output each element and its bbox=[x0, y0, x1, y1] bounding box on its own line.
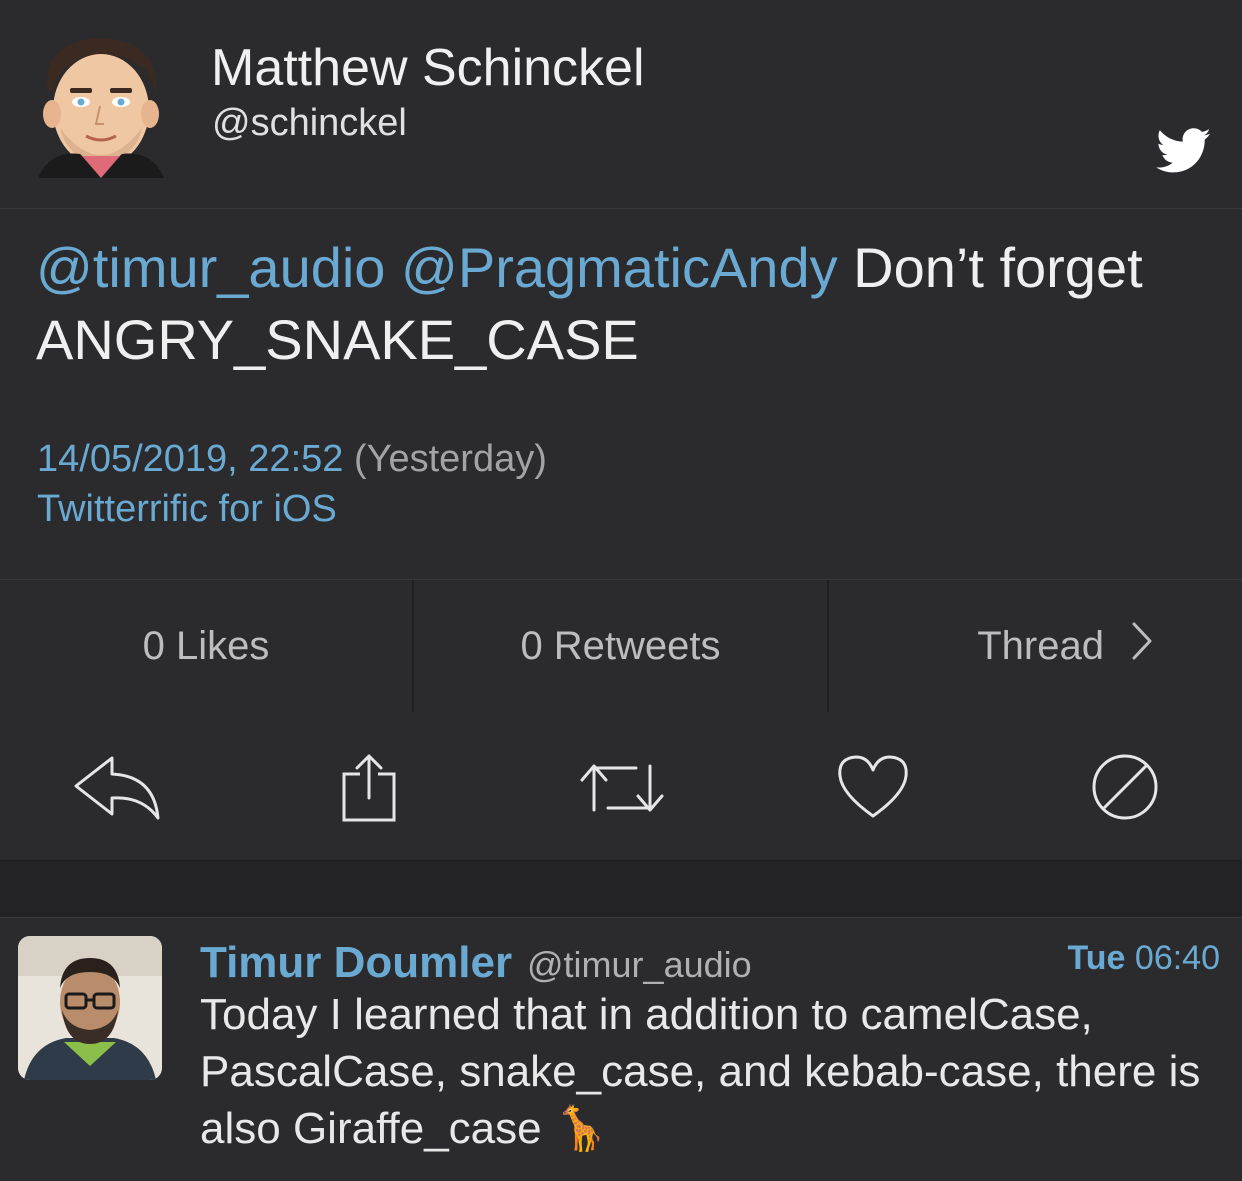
thread-button[interactable]: Thread bbox=[829, 580, 1242, 712]
retweets-count-label: 0 Retweets bbox=[520, 623, 721, 668]
reply-day: Tue bbox=[1067, 939, 1126, 977]
likes-count-label: 0 Likes bbox=[142, 623, 270, 668]
tweet-relative-time: (Yesterday) bbox=[353, 438, 547, 480]
mute-icon[interactable] bbox=[1090, 752, 1160, 827]
reply-timestamp: Tue 06:40 bbox=[1068, 939, 1220, 978]
reply-author-avatar[interactable] bbox=[18, 936, 162, 1080]
author-handle[interactable]: @schinckel bbox=[212, 102, 407, 145]
tweet-author-header: Matthew Schinckel @schinckel bbox=[0, 0, 1242, 209]
reply-text-content: Today I learned that in addition to came… bbox=[200, 990, 1201, 1153]
like-icon[interactable] bbox=[836, 754, 910, 825]
author-display-name[interactable]: Matthew Schinckel bbox=[211, 38, 645, 98]
likes-count-button[interactable]: 0 Likes bbox=[0, 580, 412, 712]
retweet-icon[interactable] bbox=[578, 760, 666, 821]
share-icon[interactable] bbox=[340, 752, 398, 829]
chevron-right-icon bbox=[1130, 621, 1154, 671]
tweet-action-bar bbox=[0, 712, 1242, 861]
twitter-bird-icon bbox=[1156, 128, 1212, 174]
reply-author-handle: @timur_audio bbox=[527, 944, 752, 985]
tweet-client-link[interactable]: Twitterrific for iOS bbox=[37, 488, 337, 531]
tweet-date[interactable]: 14/05/2019, 22:52 bbox=[37, 438, 343, 480]
giraffe-emoji-icon: 🦒 bbox=[553, 1104, 609, 1153]
reply-icon[interactable] bbox=[72, 754, 164, 825]
thread-label: Thread bbox=[977, 623, 1104, 668]
tweet-timestamp: 14/05/2019, 22:52 (Yesterday) bbox=[37, 438, 547, 481]
reply-time: 06:40 bbox=[1134, 939, 1220, 977]
reply-author-name[interactable]: Timur Doumler bbox=[200, 938, 512, 988]
tweet-stats-bar: 0 Likes 0 Retweets Thread bbox=[0, 579, 1242, 713]
author-avatar[interactable] bbox=[30, 32, 172, 178]
section-gap bbox=[0, 861, 1242, 917]
retweets-count-button[interactable]: 0 Retweets bbox=[414, 580, 827, 712]
mention-link[interactable]: @PragmaticAndy bbox=[401, 236, 838, 299]
mention-link[interactable]: @timur_audio bbox=[36, 236, 385, 299]
reply-text: Today I learned that in addition to came… bbox=[200, 986, 1230, 1157]
tweet-text: @timur_audio @PragmaticAndy Don’t forget… bbox=[36, 232, 1216, 376]
